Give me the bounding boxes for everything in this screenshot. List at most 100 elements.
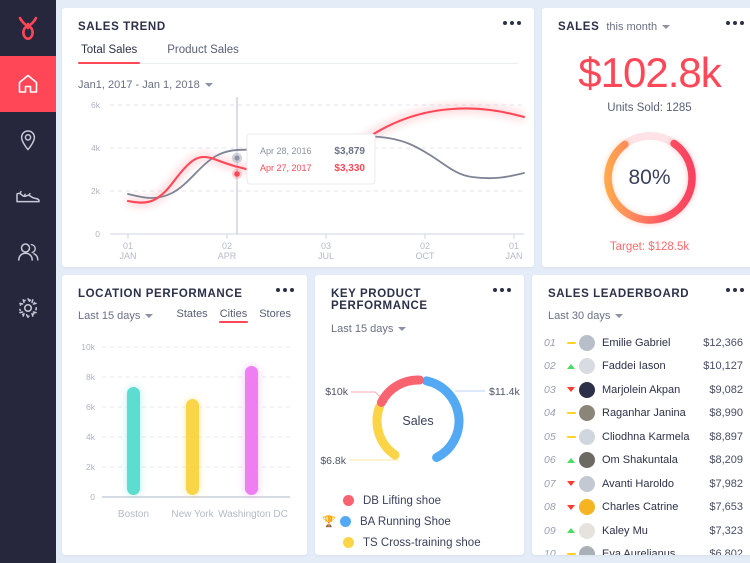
legend-item-ba-running[interactable]: 🏆 BA Running Shoe (322, 511, 524, 532)
leaderboard-menu-icon[interactable] (726, 288, 744, 292)
leaderboard-name: Avanti Haroldo (602, 477, 674, 490)
app-logo[interactable] (0, 0, 56, 56)
svg-text:0: 0 (95, 229, 100, 239)
sales-gauge-percent: 80% (628, 166, 671, 189)
location-bar-chart: 10k 8k 6k 4k 2k 0 Boston New York Washin… (81, 342, 290, 520)
date-range-dropdown[interactable]: Jan1, 2017 - Jan 1, 2018 (78, 79, 213, 91)
tab-total-sales[interactable]: Total Sales (78, 44, 141, 64)
location-subheader: Last 15 days States Cities Stores (62, 308, 307, 323)
avatar (579, 428, 595, 445)
location-range-dropdown[interactable]: Last 15 days (78, 310, 154, 322)
svg-text:2k: 2k (91, 186, 101, 196)
legend-color-dot (343, 537, 354, 548)
callout-left-value: $10k (325, 386, 349, 398)
sidebar-item-products[interactable] (0, 168, 56, 224)
svg-text:4k: 4k (86, 432, 96, 442)
leaderboard-rank: 06 (544, 454, 556, 467)
leaderboard-row[interactable]: 10 Eva Aurelianus $6,802 (544, 543, 743, 555)
location-tab-stores[interactable]: Stores (259, 308, 291, 323)
svg-text:APR: APR (218, 251, 237, 261)
leaderboard-row[interactable]: 01 Emilie Gabriel $12,366 (544, 331, 743, 355)
leaderboard-amount: $8,897 (709, 430, 743, 443)
users-icon (18, 243, 39, 261)
leaderboard-rank: 10 (544, 548, 556, 555)
svg-text:JAN: JAN (119, 251, 136, 261)
location-menu-icon[interactable] (276, 288, 294, 292)
location-tab-cities[interactable]: Cities (218, 308, 248, 323)
bar-label-2: Washington DC (218, 509, 288, 520)
leaderboard-row[interactable]: 02 Faddei Iason $10,127 (544, 355, 743, 379)
gear-icon (19, 298, 37, 318)
key-product-donut: Sales $10k $11.4k $6.8k (320, 375, 520, 467)
leaderboard-row[interactable]: 08 Charles Catrine $7,653 (544, 496, 743, 520)
sidebar-item-customers[interactable] (0, 224, 56, 280)
sidebar-item-home[interactable] (0, 56, 56, 112)
tooltip-date-2: Apr 27, 2017 (260, 163, 312, 173)
chevron-down-icon (662, 25, 671, 29)
sidebar-item-locations[interactable] (0, 112, 56, 168)
date-range-label: Jan1, 2017 - Jan 1, 2018 (78, 79, 200, 91)
marker-2017-dot (234, 171, 240, 177)
leaderboard-rank: 03 (544, 383, 556, 396)
leaderboard-name: Emilie Gabriel (602, 336, 671, 349)
sales-kpi-menu-icon[interactable] (726, 21, 744, 25)
bar-washington-dc (245, 366, 258, 495)
tab-product-sales[interactable]: Product Sales (164, 44, 242, 63)
avatar (579, 405, 595, 422)
leaderboard-rank: 09 (544, 524, 556, 537)
legend-color-dot (343, 495, 354, 506)
leaderboard-name: Eva Aurelianus (602, 548, 676, 555)
bar-label-0: Boston (118, 509, 149, 520)
svg-text:4k: 4k (91, 143, 101, 153)
leaderboard-range-dropdown[interactable]: Last 30 days (548, 310, 624, 322)
donut-center-label: Sales (402, 414, 433, 428)
chevron-down-icon (204, 83, 213, 87)
avatar (579, 334, 595, 351)
location-header: LOCATION PERFORMANCE (62, 275, 307, 300)
svg-text:2k: 2k (86, 462, 96, 472)
location-tab-states[interactable]: States (177, 308, 208, 323)
leaderboard-row[interactable]: 03 Marjolein Akpan $9,082 (544, 378, 743, 402)
key-product-menu-icon[interactable] (493, 288, 511, 292)
avatar (579, 546, 595, 555)
sales-trend-header: SALES TREND Total Sales Product Sales (62, 8, 534, 64)
location-performance-card: LOCATION PERFORMANCE Last 15 days States… (62, 275, 307, 555)
leaderboard-row[interactable]: 09 Kaley Mu $7,323 (544, 519, 743, 543)
avatar (579, 522, 595, 539)
legend-item-db-lifting[interactable]: DB Lifting shoe (343, 490, 524, 511)
svg-text:01: 01 (509, 241, 519, 251)
main-content: SALES TREND Total Sales Product Sales Ja… (56, 0, 750, 563)
sales-trend-menu-icon[interactable] (503, 21, 521, 25)
legend-item-ts-cross[interactable]: TS Cross-training shoe (343, 532, 524, 553)
sales-target: Target: $128.5k (609, 241, 690, 253)
leaderboard-list: 01 Emilie Gabriel $12,366 02 Faddei Iason $10… (532, 331, 750, 555)
leaderboard-amount: $7,323 (709, 524, 743, 537)
trend-flat-icon (563, 412, 579, 415)
key-product-range-label: Last 15 days (331, 323, 394, 335)
svg-text:6k: 6k (86, 402, 96, 412)
leaderboard-row[interactable]: 04 Raganhar Janina $8,990 (544, 402, 743, 426)
x-axis-ticks (127, 234, 515, 239)
key-product-range-dropdown[interactable]: Last 15 days (331, 323, 407, 335)
trend-down-icon (563, 481, 579, 487)
leaderboard-rank: 07 (544, 477, 556, 490)
leaderboard-row[interactable]: 05 Cliodhna Karmela $8,897 (544, 425, 743, 449)
add-product-button[interactable]: + Add a product (348, 553, 524, 555)
sales-period-dropdown[interactable]: this month (606, 21, 671, 33)
shoe-icon (16, 190, 40, 203)
trend-down-icon (563, 504, 579, 510)
leaderboard-row[interactable]: 06 Om Shakuntala $8,209 (544, 449, 743, 473)
avatar (579, 452, 595, 469)
svg-text:01: 01 (123, 241, 133, 251)
leaderboard-name: Cliodhna Karmela (602, 430, 690, 443)
avatar (579, 381, 595, 398)
bar-boston (127, 387, 140, 495)
leaderboard-amount: $8,209 (709, 454, 743, 467)
sales-kpi-header: SALES this month (542, 8, 750, 33)
sidebar (0, 0, 56, 563)
avatar (579, 358, 595, 375)
leaderboard-range-label: Last 30 days (548, 310, 611, 322)
trend-up-icon (563, 363, 579, 369)
sidebar-item-settings[interactable] (0, 280, 56, 336)
leaderboard-row[interactable]: 07 Avanti Haroldo $7,982 (544, 472, 743, 496)
